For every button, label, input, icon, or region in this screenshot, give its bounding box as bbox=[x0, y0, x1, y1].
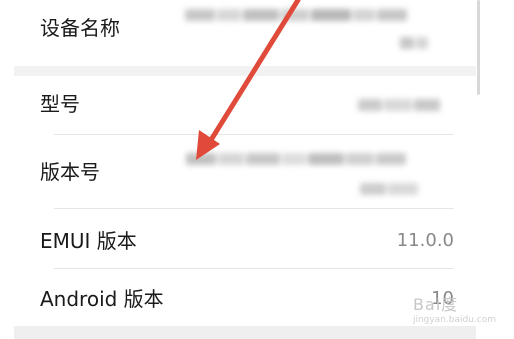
baidu-watermark: Bai度 jingyan.baidu.com bbox=[412, 295, 496, 325]
about-phone-screen: 设备名称 型号 版本号 EMUI 版本 11.0.0 Android 版本 10… bbox=[0, 0, 514, 339]
red-annotation-arrow-icon bbox=[196, 0, 301, 160]
